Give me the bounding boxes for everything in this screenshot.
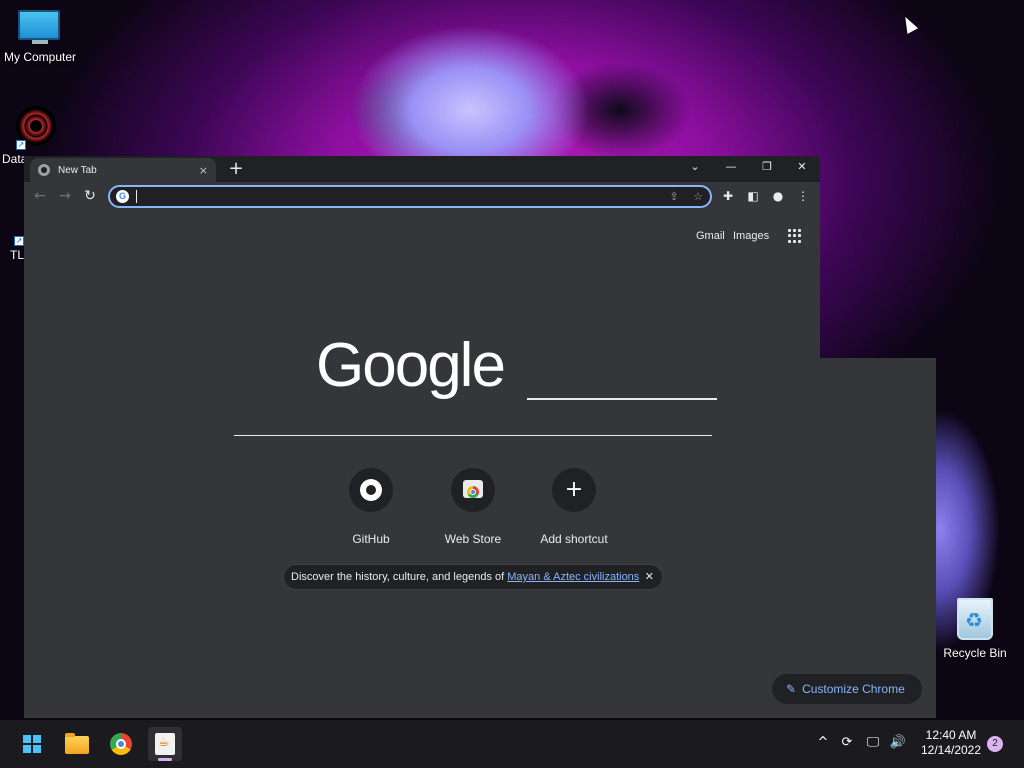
reload-button[interactable]: ↻: [80, 186, 100, 206]
minimize-button[interactable]: —: [716, 156, 746, 178]
ntp-background-extension: [820, 358, 936, 718]
notification-badge[interactable]: 2: [987, 736, 1003, 752]
extensions-icon[interactable]: ✚: [719, 187, 737, 205]
shortcut-icon: ↗: [16, 106, 56, 150]
shortcut-arrow-icon: ↗: [14, 236, 24, 246]
forward-button[interactable]: →: [55, 186, 75, 206]
chrome-favicon-icon: [38, 164, 50, 176]
taskbar-chrome[interactable]: [104, 727, 138, 761]
clock[interactable]: 12:40 AM 12/14/2022: [916, 728, 986, 758]
shortcut-label: Web Store: [444, 532, 502, 546]
recycle-bin-icon: [957, 598, 993, 640]
clock-time: 12:40 AM: [925, 728, 977, 742]
desktop-icon-label: Recycle Bin: [943, 646, 1007, 660]
share-icon[interactable]: ⇪: [666, 189, 682, 205]
show-hidden-icons-chevron-icon[interactable]: ^: [814, 734, 832, 752]
back-button[interactable]: ←: [30, 186, 50, 206]
title-bar: New Tab × + ⌄ — ❐ ✕: [24, 156, 820, 182]
tab-new-tab[interactable]: New Tab ×: [30, 158, 216, 182]
shortcut-add[interactable]: + Add shortcut: [529, 468, 619, 546]
new-tab-button[interactable]: +: [226, 159, 246, 179]
google-apps-icon[interactable]: [788, 229, 802, 243]
bookmark-star-icon[interactable]: ☆: [690, 189, 706, 205]
google-g-icon: G: [116, 190, 129, 203]
sync-icon[interactable]: ⟳: [838, 734, 856, 752]
pencil-icon: ✎: [786, 682, 797, 696]
chrome-window: New Tab × + ⌄ — ❐ ✕ ← → ↻ G ⇪ ☆ ✚ ◧ ● ⋮ …: [24, 156, 922, 718]
taskbar-java[interactable]: [148, 727, 182, 761]
browser-toolbar: ← → ↻ G ⇪ ☆ ✚ ◧ ● ⋮: [24, 182, 820, 210]
file-explorer-icon: [65, 733, 89, 754]
taskbar-file-explorer[interactable]: [60, 727, 94, 761]
menu-icon[interactable]: ⋮: [794, 187, 812, 205]
github-icon: [349, 468, 393, 512]
volume-icon[interactable]: 🔊: [889, 734, 907, 752]
address-input[interactable]: [134, 189, 654, 204]
monitor-icon: [18, 10, 62, 46]
tab-search-button[interactable]: ⌄: [680, 156, 710, 178]
java-icon: [155, 733, 175, 755]
customize-label: Customize Chrome: [802, 682, 905, 696]
promo-close-button[interactable]: ✕: [645, 565, 654, 589]
restore-button[interactable]: ❐: [752, 156, 782, 178]
start-icon: [23, 735, 41, 753]
web-store-icon: [451, 468, 495, 512]
logo-underline: [527, 398, 717, 400]
tab-close-button[interactable]: ×: [199, 164, 208, 177]
start-button[interactable]: [15, 727, 49, 761]
text-caret: [136, 190, 137, 203]
gmail-link[interactable]: Gmail: [696, 230, 725, 242]
plus-icon: +: [552, 468, 596, 512]
promo-link[interactable]: Mayan & Aztec civilizations: [507, 571, 639, 583]
tab-title: New Tab: [58, 164, 97, 176]
desktop-icon-my-computer[interactable]: My Computer: [2, 10, 78, 64]
chrome-icon: [110, 733, 132, 755]
desktop-icon-label: My Computer: [3, 50, 77, 64]
images-link[interactable]: Images: [733, 230, 769, 242]
google-logo: Google: [316, 331, 506, 400]
side-panel-icon[interactable]: ◧: [744, 187, 762, 205]
promo-banner: Discover the history, culture, and legen…: [283, 564, 663, 590]
close-window-button[interactable]: ✕: [787, 156, 817, 178]
shortcut-label: GitHub: [352, 532, 390, 546]
shortcut-label: Add shortcut: [540, 532, 608, 546]
profile-icon[interactable]: ●: [769, 187, 787, 205]
network-icon[interactable]: 🖵: [864, 734, 882, 752]
clock-date: 12/14/2022: [920, 743, 982, 757]
promo-text: Discover the history, culture, and legen…: [291, 571, 508, 583]
address-bar[interactable]: G ⇪ ☆: [108, 185, 712, 208]
search-box-underline[interactable]: [234, 435, 712, 436]
active-indicator: [158, 758, 172, 761]
shortcut-arrow-icon: ↗: [16, 140, 26, 150]
customize-chrome-button[interactable]: ✎ Customize Chrome: [772, 674, 922, 704]
shortcut-github[interactable]: GitHub: [326, 468, 416, 546]
desktop-icon-recycle-bin[interactable]: Recycle Bin: [940, 598, 1010, 660]
shortcut-web-store[interactable]: Web Store: [428, 468, 518, 546]
